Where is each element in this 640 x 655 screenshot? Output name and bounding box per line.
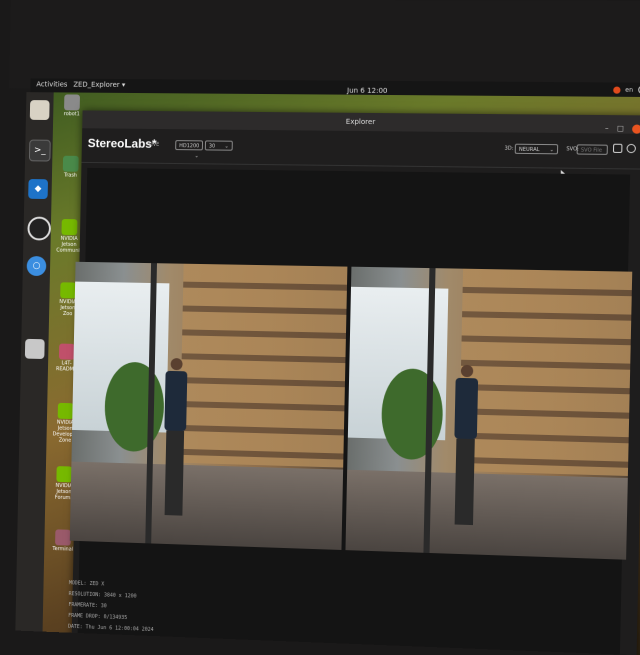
terminal-launcher-icon: [55, 529, 71, 545]
nvidia-icon: [60, 282, 76, 298]
nvidia-icon: [61, 219, 77, 235]
person-legs: [455, 439, 475, 526]
system-tray[interactable]: en: [613, 86, 640, 95]
stereo-view: [70, 262, 632, 560]
person-head: [461, 365, 474, 377]
files-icon[interactable]: [30, 100, 50, 120]
explorer-window: Explorer – □ StereoLabs* LIVE HD1200⌄ 30…: [72, 110, 640, 655]
close-icon[interactable]: [632, 124, 640, 133]
tree: [104, 361, 165, 452]
chevron-down-icon: ⌄: [549, 145, 554, 155]
folder-icon: [59, 344, 75, 360]
person-torso: [454, 378, 478, 439]
svo-placeholder: SVO File: [581, 147, 602, 153]
person-legs: [165, 431, 185, 516]
fps-select[interactable]: 30 ⌄: [205, 140, 233, 150]
clock[interactable]: Jun 6 12:00: [347, 87, 388, 95]
desktop-item-jetson-community[interactable]: NVIDIA Jetson Community: [56, 219, 82, 254]
person: [451, 365, 479, 538]
resolution-select[interactable]: HD1200⌄: [175, 140, 203, 150]
obs-icon[interactable]: [27, 217, 51, 241]
fps-value: 30: [209, 143, 215, 149]
tree: [381, 368, 444, 460]
building-floors: [179, 264, 347, 468]
desktop-item-label: robot1: [64, 111, 80, 117]
chevron-down-icon: ⌄: [194, 151, 198, 161]
svo-file-input[interactable]: SVO File: [577, 144, 608, 155]
video-panel: MODEL: ZED X RESOLUTION: 3840 x 1200 FRA…: [77, 168, 630, 655]
desktop-screen: Activities ZED_Explorer ▾ Jun 6 12:00 en…: [0, 0, 640, 655]
person-torso: [165, 371, 188, 431]
keyboard-layout[interactable]: en: [625, 86, 633, 93]
depth-mode-label: 3D:: [504, 146, 513, 152]
desktop-item-robot1[interactable]: robot1: [59, 94, 85, 117]
live-indicator: LIVE: [149, 142, 160, 148]
desktop-item-trash[interactable]: Trash: [58, 156, 84, 179]
trash-icon: [63, 156, 79, 172]
record-icon[interactable]: [613, 144, 623, 153]
chevron-down-icon: ⌄: [224, 142, 228, 152]
drive-icon[interactable]: [25, 339, 45, 359]
building-floors: [458, 269, 632, 476]
vscode-icon[interactable]: ◆: [28, 179, 48, 199]
nvidia-icon: [58, 403, 74, 419]
person-head: [171, 358, 183, 370]
desktop-item-label: Trash: [64, 173, 77, 179]
nvidia-status-icon[interactable]: [613, 86, 620, 93]
window-title: Explorer: [346, 118, 376, 126]
chromium-icon[interactable]: ○: [27, 256, 47, 276]
settings-icon[interactable]: [626, 144, 636, 153]
resolution-value: HD1200: [179, 143, 199, 149]
person: [162, 358, 189, 528]
explorer-toolbar: StereoLabs* LIVE HD1200⌄ 30⌄ 3D: NEURAL⌄…: [82, 128, 640, 169]
lobby-floor: [70, 462, 343, 550]
home-folder-icon: [64, 94, 80, 110]
lobby-floor: [345, 470, 627, 560]
terminal-icon[interactable]: >_: [29, 140, 51, 162]
brand-logo: StereoLabs*: [88, 136, 157, 151]
left-camera-view: [70, 262, 348, 550]
camera-info: MODEL: ZED X RESOLUTION: 3840 x 1200 FRA…: [68, 578, 155, 636]
nvidia-icon: [56, 466, 72, 482]
info-date: DATE: Thu Jun 6 12:00:04 2024: [68, 622, 154, 636]
app-menu[interactable]: ZED_Explorer ▾: [73, 81, 125, 89]
desktop-item-label: Terminal: [52, 546, 73, 553]
activities-button[interactable]: Activities: [36, 80, 67, 88]
depth-mode-value: NEURAL: [519, 147, 540, 153]
right-camera-view: [345, 267, 632, 560]
depth-mode-select[interactable]: NEURAL ⌄: [515, 144, 558, 155]
